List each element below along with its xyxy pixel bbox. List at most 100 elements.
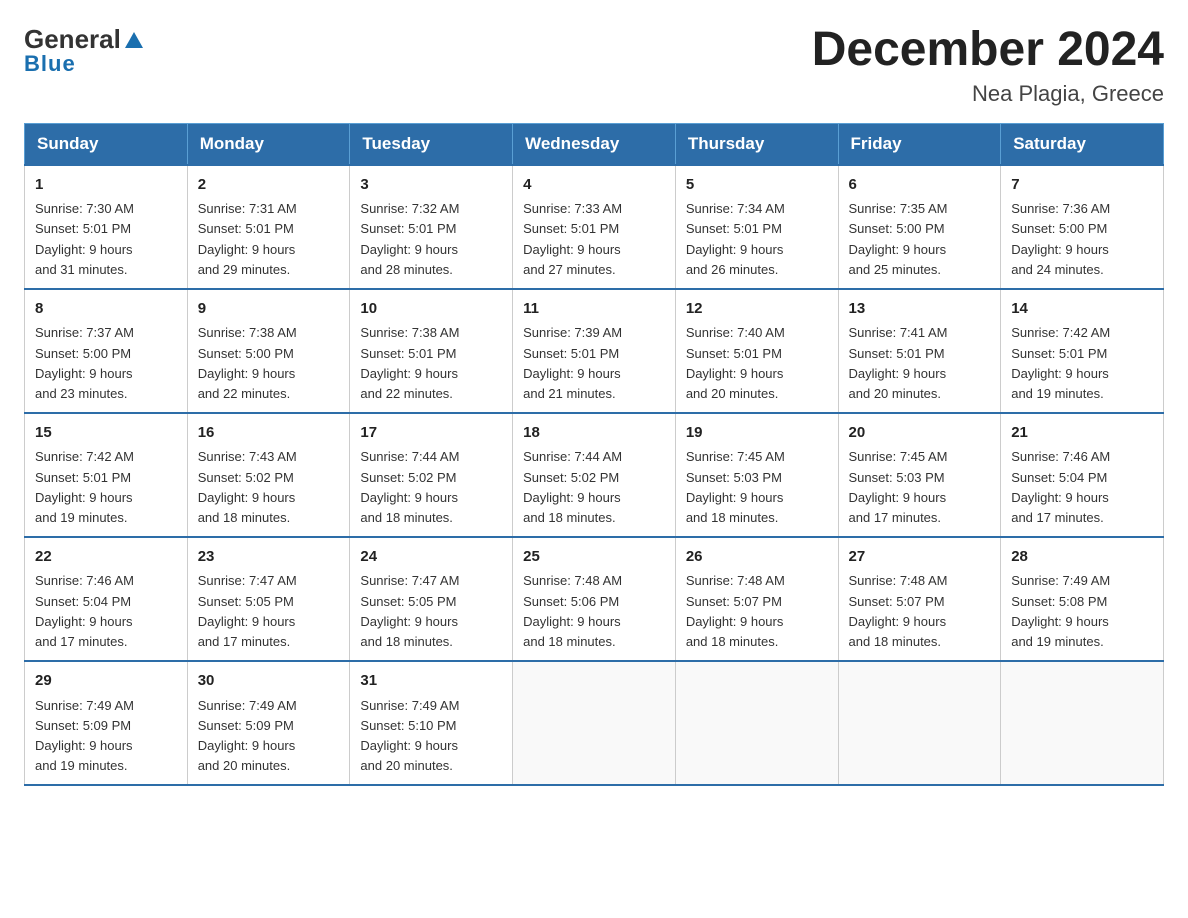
calendar-cell: 20Sunrise: 7:45 AMSunset: 5:03 PMDayligh… (838, 413, 1001, 537)
calendar-cell: 31 Sunrise: 7:49 AMSunset: 5:10 PMDayligh… (350, 661, 513, 785)
day-number: 31 (360, 670, 502, 693)
day-number: 16 (198, 422, 340, 445)
calendar-cell: 26Sunrise: 7:48 AMSunset: 5:07 PMDayligh… (675, 537, 838, 661)
location: Nea Plagia, Greece (812, 81, 1164, 107)
calendar-cell: 15Sunrise: 7:42 AMSunset: 5:01 PMDayligh… (25, 413, 188, 537)
calendar-cell: 4Sunrise: 7:33 AMSunset: 5:01 PMDaylight… (513, 165, 676, 289)
day-number: 30 (198, 670, 340, 693)
calendar-cell (838, 661, 1001, 785)
header-thursday: Thursday (675, 123, 838, 165)
day-number: 22 (35, 546, 177, 569)
day-info: Sunrise: 7:45 AMSunset: 5:03 PMDaylight:… (686, 447, 828, 528)
day-number: 25 (523, 546, 665, 569)
calendar-cell: 25Sunrise: 7:48 AMSunset: 5:06 PMDayligh… (513, 537, 676, 661)
day-number: 14 (1011, 298, 1153, 321)
calendar-cell: 1Sunrise: 7:30 AMSunset: 5:01 PMDaylight… (25, 165, 188, 289)
day-number: 3 (360, 174, 502, 197)
day-number: 5 (686, 174, 828, 197)
title-area: December 2024 Nea Plagia, Greece (812, 24, 1164, 107)
day-number: 8 (35, 298, 177, 321)
day-info: Sunrise: 7:40 AMSunset: 5:01 PMDaylight:… (686, 323, 828, 404)
day-info: Sunrise: 7:42 AMSunset: 5:01 PMDaylight:… (1011, 323, 1153, 404)
calendar-cell: 11Sunrise: 7:39 AMSunset: 5:01 PMDayligh… (513, 289, 676, 413)
header-row: SundayMondayTuesdayWednesdayThursdayFrid… (25, 123, 1164, 165)
day-info: Sunrise: 7:46 AMSunset: 5:04 PMDaylight:… (35, 571, 177, 652)
calendar-cell: 28Sunrise: 7:49 AMSunset: 5:08 PMDayligh… (1001, 537, 1164, 661)
day-number: 9 (198, 298, 340, 321)
day-info: Sunrise: 7:30 AMSunset: 5:01 PMDaylight:… (35, 199, 177, 280)
logo: General Blue (24, 24, 145, 77)
day-number: 7 (1011, 174, 1153, 197)
calendar-cell: 3Sunrise: 7:32 AMSunset: 5:01 PMDaylight… (350, 165, 513, 289)
day-info: Sunrise: 7:48 AMSunset: 5:07 PMDaylight:… (686, 571, 828, 652)
calendar-cell: 21Sunrise: 7:46 AMSunset: 5:04 PMDayligh… (1001, 413, 1164, 537)
page-header: General Blue December 2024 Nea Plagia, G… (24, 24, 1164, 107)
day-number: 28 (1011, 546, 1153, 569)
calendar-cell: 24Sunrise: 7:47 AMSunset: 5:05 PMDayligh… (350, 537, 513, 661)
calendar-cell: 2Sunrise: 7:31 AMSunset: 5:01 PMDaylight… (187, 165, 350, 289)
day-info: Sunrise: 7:35 AMSunset: 5:00 PMDaylight:… (849, 199, 991, 280)
week-row-2: 8Sunrise: 7:37 AMSunset: 5:00 PMDaylight… (25, 289, 1164, 413)
calendar-cell: 22Sunrise: 7:46 AMSunset: 5:04 PMDayligh… (25, 537, 188, 661)
day-info: Sunrise: 7:48 AMSunset: 5:06 PMDaylight:… (523, 571, 665, 652)
day-info: Sunrise: 7:38 AMSunset: 5:01 PMDaylight:… (360, 323, 502, 404)
week-row-4: 22Sunrise: 7:46 AMSunset: 5:04 PMDayligh… (25, 537, 1164, 661)
calendar-cell: 23Sunrise: 7:47 AMSunset: 5:05 PMDayligh… (187, 537, 350, 661)
calendar-cell: 17Sunrise: 7:44 AMSunset: 5:02 PMDayligh… (350, 413, 513, 537)
day-number: 21 (1011, 422, 1153, 445)
day-info: Sunrise: 7:41 AMSunset: 5:01 PMDaylight:… (849, 323, 991, 404)
calendar-cell (675, 661, 838, 785)
day-number: 17 (360, 422, 502, 445)
day-info: Sunrise: 7:47 AMSunset: 5:05 PMDaylight:… (360, 571, 502, 652)
day-number: 1 (35, 174, 177, 197)
calendar-cell: 19Sunrise: 7:45 AMSunset: 5:03 PMDayligh… (675, 413, 838, 537)
calendar-cell: 16Sunrise: 7:43 AMSunset: 5:02 PMDayligh… (187, 413, 350, 537)
calendar-cell: 27Sunrise: 7:48 AMSunset: 5:07 PMDayligh… (838, 537, 1001, 661)
day-info: Sunrise: 7:49 AMSunset: 5:09 PMDaylight:… (198, 696, 340, 777)
calendar-cell: 30 Sunrise: 7:49 AMSunset: 5:09 PMDayligh… (187, 661, 350, 785)
day-number: 12 (686, 298, 828, 321)
day-number: 4 (523, 174, 665, 197)
header-saturday: Saturday (1001, 123, 1164, 165)
day-number: 6 (849, 174, 991, 197)
day-number: 29 (35, 670, 177, 693)
calendar-cell: 9Sunrise: 7:38 AMSunset: 5:00 PMDaylight… (187, 289, 350, 413)
day-info: Sunrise: 7:49 AMSunset: 5:09 PMDaylight:… (35, 696, 177, 777)
calendar-cell: 5Sunrise: 7:34 AMSunset: 5:01 PMDaylight… (675, 165, 838, 289)
day-number: 19 (686, 422, 828, 445)
week-row-3: 15Sunrise: 7:42 AMSunset: 5:01 PMDayligh… (25, 413, 1164, 537)
day-info: Sunrise: 7:45 AMSunset: 5:03 PMDaylight:… (849, 447, 991, 528)
day-info: Sunrise: 7:49 AMSunset: 5:10 PMDaylight:… (360, 696, 502, 777)
calendar-cell: 13Sunrise: 7:41 AMSunset: 5:01 PMDayligh… (838, 289, 1001, 413)
day-info: Sunrise: 7:46 AMSunset: 5:04 PMDaylight:… (1011, 447, 1153, 528)
header-tuesday: Tuesday (350, 123, 513, 165)
calendar-cell: 29 Sunrise: 7:49 AMSunset: 5:09 PMDayligh… (25, 661, 188, 785)
week-row-5: 29 Sunrise: 7:49 AMSunset: 5:09 PMDayligh… (25, 661, 1164, 785)
day-number: 10 (360, 298, 502, 321)
day-info: Sunrise: 7:32 AMSunset: 5:01 PMDaylight:… (360, 199, 502, 280)
day-info: Sunrise: 7:42 AMSunset: 5:01 PMDaylight:… (35, 447, 177, 528)
calendar-cell (1001, 661, 1164, 785)
day-info: Sunrise: 7:37 AMSunset: 5:00 PMDaylight:… (35, 323, 177, 404)
day-number: 2 (198, 174, 340, 197)
day-info: Sunrise: 7:33 AMSunset: 5:01 PMDaylight:… (523, 199, 665, 280)
day-info: Sunrise: 7:44 AMSunset: 5:02 PMDaylight:… (360, 447, 502, 528)
day-info: Sunrise: 7:44 AMSunset: 5:02 PMDaylight:… (523, 447, 665, 528)
logo-arrow-icon (123, 29, 145, 51)
day-number: 11 (523, 298, 665, 321)
logo-blue: Blue (24, 51, 145, 77)
day-info: Sunrise: 7:36 AMSunset: 5:00 PMDaylight:… (1011, 199, 1153, 280)
week-row-1: 1Sunrise: 7:30 AMSunset: 5:01 PMDaylight… (25, 165, 1164, 289)
calendar-cell: 6Sunrise: 7:35 AMSunset: 5:00 PMDaylight… (838, 165, 1001, 289)
day-info: Sunrise: 7:48 AMSunset: 5:07 PMDaylight:… (849, 571, 991, 652)
day-info: Sunrise: 7:38 AMSunset: 5:00 PMDaylight:… (198, 323, 340, 404)
calendar-cell: 18Sunrise: 7:44 AMSunset: 5:02 PMDayligh… (513, 413, 676, 537)
day-info: Sunrise: 7:49 AMSunset: 5:08 PMDaylight:… (1011, 571, 1153, 652)
header-sunday: Sunday (25, 123, 188, 165)
day-info: Sunrise: 7:34 AMSunset: 5:01 PMDaylight:… (686, 199, 828, 280)
calendar-cell (513, 661, 676, 785)
day-number: 27 (849, 546, 991, 569)
month-title: December 2024 (812, 24, 1164, 77)
calendar-cell: 14Sunrise: 7:42 AMSunset: 5:01 PMDayligh… (1001, 289, 1164, 413)
day-number: 23 (198, 546, 340, 569)
